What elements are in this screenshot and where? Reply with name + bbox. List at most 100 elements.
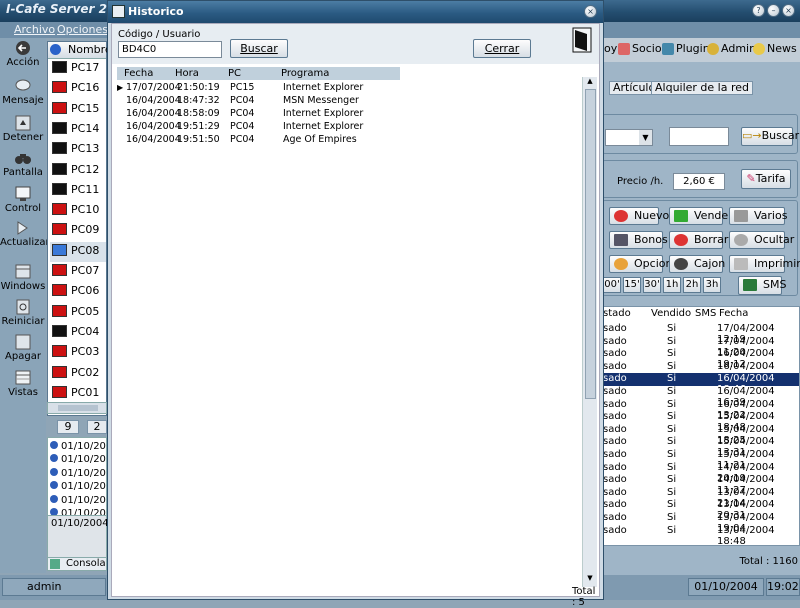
pc-item[interactable]: PC16 (50, 79, 106, 99)
header-pc[interactable]: PC (228, 67, 241, 80)
search-input[interactable] (669, 127, 729, 146)
pc-item[interactable]: PC10 (50, 201, 106, 221)
varios-button[interactable]: Varios (729, 207, 787, 225)
tab-admin[interactable]: Admin (721, 42, 756, 55)
table-row[interactable]: 16/04/2004 19:51:29 PC04 Internet Explorer (117, 120, 592, 133)
table-row[interactable]: 16/04/2004 18:58:09 PC04 Internet Explorer (117, 107, 592, 120)
table-row[interactable]: sado Si 16/04/2004 18:46 (599, 373, 799, 395)
tab-news[interactable]: News (767, 42, 797, 55)
table-row[interactable]: sado Si 16/04/2004 16:39 (599, 386, 799, 408)
pc-item[interactable]: PC06 (50, 282, 106, 302)
console-tab[interactable]: Consola (47, 557, 107, 571)
menu-archivo[interactable]: Archivo (14, 23, 55, 36)
cerrar-button[interactable]: Cerrar (473, 39, 531, 58)
pantalla-button[interactable]: Pantalla (0, 150, 46, 178)
nuevo-button[interactable]: Nuevo (609, 207, 669, 225)
code-input[interactable] (118, 41, 222, 58)
log-item[interactable]: 01/10/20 (50, 481, 106, 494)
close-icon[interactable]: × (584, 5, 597, 18)
scroll-up-icon[interactable]: ▲ (585, 77, 595, 87)
reiniciar-button[interactable]: Reiniciar (0, 299, 46, 327)
bonos-button[interactable]: Bonos (609, 231, 668, 249)
pc-list-hscroll[interactable] (47, 402, 107, 414)
time-button-30[interactable]: 30' (643, 277, 661, 293)
table-row[interactable]: 16/04/2004 19:51:50 PC04 Age Of Empires (117, 133, 592, 146)
close-icon[interactable]: × (782, 4, 795, 17)
accion-button[interactable]: Acción (0, 40, 46, 68)
price-value[interactable]: 2,60 € (673, 173, 725, 190)
help-icon[interactable]: ? (752, 4, 765, 17)
pc-item[interactable]: PC02 (50, 364, 106, 384)
sms-button[interactable]: SMS (738, 276, 786, 295)
table-row[interactable]: sado Si 13/04/2004 18:48 (599, 525, 799, 545)
time-button-3h[interactable]: 3h (703, 277, 721, 293)
log-item[interactable]: 01/10/20 (50, 467, 106, 481)
borrar-button[interactable]: Borrar (669, 231, 728, 249)
table-row[interactable]: 16/04/2004 18:47:32 PC04 MSN Messenger (117, 94, 592, 107)
header-fecha[interactable]: Fecha (719, 308, 748, 319)
table-row[interactable]: sado Si 15/04/2004 11:21 (599, 449, 799, 471)
header-programa[interactable]: Programa (281, 67, 329, 80)
buscar-button[interactable]: Buscar (230, 39, 288, 58)
header-vendido[interactable]: Vendido (651, 308, 691, 319)
table-row[interactable]: sado Si 13/04/2004 19:04 (599, 512, 799, 534)
pc-item[interactable]: PC17 (50, 59, 106, 79)
header-sms[interactable]: SMS (695, 308, 716, 319)
control-button[interactable]: Control (0, 186, 46, 214)
table-row[interactable]: sado Si 15/04/2004 18:25 (599, 424, 799, 446)
apagar-button[interactable]: Apagar (0, 334, 46, 362)
mensaje-button[interactable]: Mensaje (0, 78, 46, 106)
pc-item[interactable]: PC08 (50, 241, 106, 262)
tab-oy[interactable]: oy (604, 42, 617, 55)
pc-item[interactable]: PC03 (50, 343, 106, 363)
search-button[interactable]: ▭→Buscar (741, 127, 799, 146)
time-button-15[interactable]: 15' (623, 277, 641, 293)
pc-item[interactable]: PC13 (50, 140, 106, 160)
table-row[interactable]: sado Si 14/04/2004 11:27 (599, 474, 799, 496)
windows-button[interactable]: Windows (0, 264, 46, 292)
small-tab-2[interactable]: 2 (87, 420, 107, 434)
pc-item[interactable]: PC05 (50, 303, 106, 323)
header-estado[interactable]: stado (603, 308, 631, 319)
historico-vscroll[interactable]: ▲ ▼ (582, 77, 597, 587)
table-row[interactable]: sado Si 14/04/2004 20:19 (599, 462, 799, 484)
table-row[interactable]: sadoSi16/04/2004 18:53 (599, 361, 799, 383)
table-row[interactable]: sado Si 13/04/2004 20:31 (599, 499, 799, 521)
log-item[interactable]: 01/10/20 (50, 441, 106, 454)
time-button-00[interactable]: 00' (603, 277, 621, 293)
scroll-down-icon[interactable]: ▼ (585, 574, 595, 584)
detener-button[interactable]: Detener (0, 115, 46, 143)
table-row[interactable]: sado Si 13/04/2004 21:14 (599, 487, 799, 509)
table-row[interactable]: sado Si 15/04/2004 18:48 (599, 411, 799, 433)
pc-item[interactable]: PC15 (50, 100, 106, 120)
log-item[interactable]: 01/10/20 (50, 454, 106, 467)
table-row[interactable]: sado Si 15/04/2004 13:31 (599, 436, 799, 458)
pc-list-header[interactable]: Nombre (48, 42, 112, 59)
scroll-thumb[interactable] (58, 405, 98, 411)
table-row[interactable]: ▶ 17/07/2004 21:50:19 PC15 Internet Explorer (117, 81, 592, 94)
vistas-button[interactable]: Vistas (0, 370, 46, 398)
pc-item[interactable]: PC01 (50, 384, 106, 404)
log-item[interactable]: 01/10/20 (50, 494, 106, 508)
menu-opciones[interactable]: Opciones (57, 23, 108, 36)
minimize-icon[interactable]: – (767, 4, 780, 17)
table-row[interactable]: sado Si 16/04/2004 19:12 (599, 348, 799, 370)
pc-item[interactable]: PC11 (50, 181, 106, 201)
historico-titlebar[interactable]: Historico × (108, 1, 603, 23)
table-row[interactable]: sado Si 17/04/2004 12:19 (599, 323, 799, 345)
small-tab-1[interactable]: 9 (57, 420, 79, 434)
actualizar-button[interactable]: Actualizar (0, 220, 50, 248)
ocultar-button[interactable]: Ocultar (729, 231, 794, 249)
table-row[interactable]: sado Si 16/04/2004 13:22 (599, 399, 799, 421)
vender-button[interactable]: Vender (669, 207, 733, 225)
imprimir-button[interactable]: Imprimir (729, 255, 800, 273)
filter-select[interactable]: ▼ (605, 129, 653, 146)
scroll-thumb[interactable] (585, 89, 596, 399)
pc-item[interactable]: PC14 (50, 120, 106, 140)
pc-item[interactable]: PC09 (50, 221, 106, 241)
header-hora[interactable]: Hora (175, 67, 199, 80)
opcion-button[interactable]: Opcion (609, 255, 672, 273)
chevron-down-icon[interactable]: ▼ (639, 130, 652, 145)
pc-item[interactable]: PC07 (50, 262, 106, 282)
time-button-1h[interactable]: 1h (663, 277, 681, 293)
